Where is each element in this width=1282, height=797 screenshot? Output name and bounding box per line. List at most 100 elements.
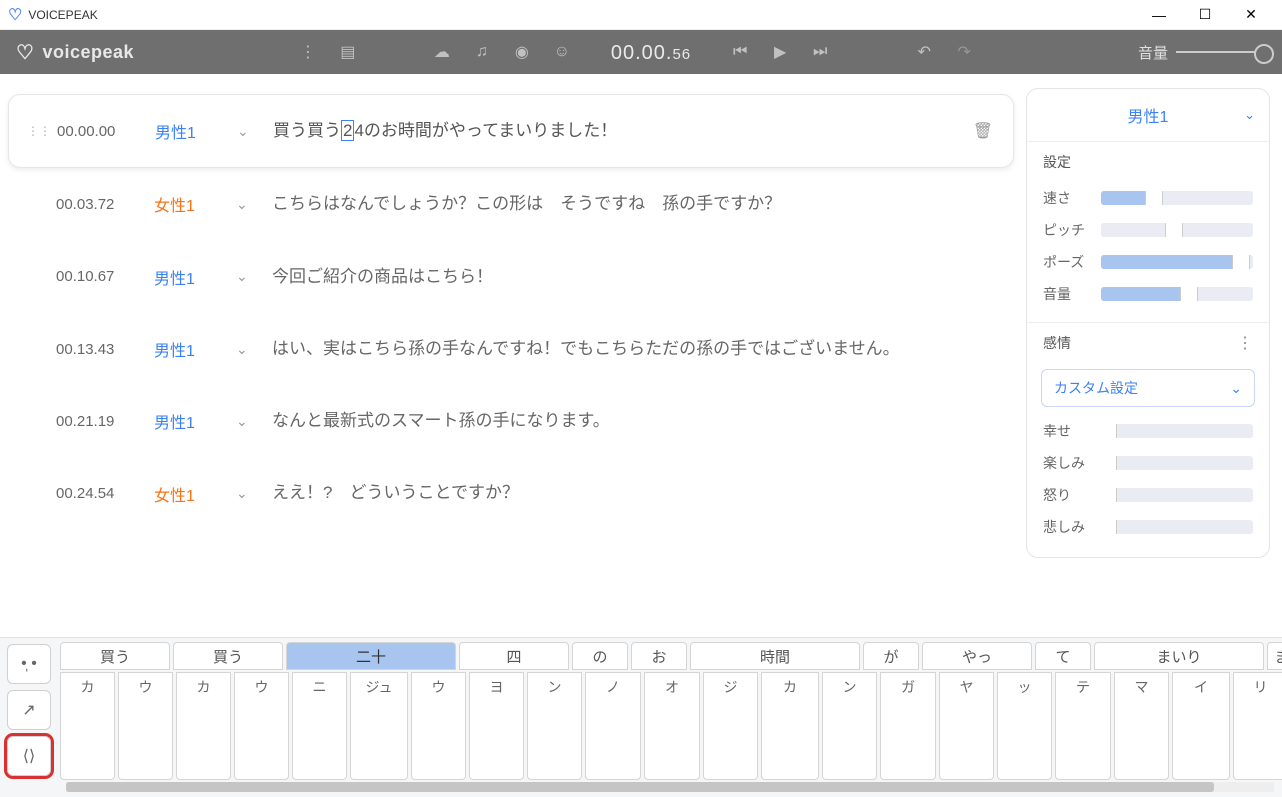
emotion-slider[interactable] [1101,456,1253,470]
word-cell[interactable]: 時間 [690,642,860,670]
book-icon[interactable]: ▤ [335,39,361,65]
word-cell[interactable]: 買う [173,642,283,670]
param-slider[interactable] [1101,287,1253,301]
word-cell[interactable]: やっ [922,642,1032,670]
time-display: 00.00.56 [611,40,691,65]
skip-back-icon[interactable]: ⏮ [727,39,753,65]
kana-cell[interactable]: ッ [997,672,1052,780]
kana-cell[interactable]: ニ [292,672,347,780]
line-text-input[interactable]: 買う買う24のお時間がやってまいりました！ [273,115,955,147]
curve-tool-button[interactable]: ↗ [7,690,51,730]
emotion-label: 楽しみ [1043,453,1093,473]
kana-cell[interactable]: マ [1114,672,1169,780]
drag-handle-icon[interactable]: ⋮⋮ [27,124,39,138]
window-title: VOICEPEAK [28,8,1136,22]
titlebar: ♡ VOICEPEAK — ☐ ✕ [0,0,1282,30]
kana-cell[interactable]: カ [176,672,231,780]
kana-cell[interactable]: リ [1233,672,1282,780]
kana-cell[interactable]: オ [644,672,700,780]
line-text-input[interactable]: なんと最新式のスマート孫の手になります。 [272,405,994,437]
script-line[interactable]: 00.21.19男性1⌄なんと最新式のスマート孫の手になります。 [8,385,1014,457]
main-toolbar: ♡ voicepeak ⋮ ▤ ☁ ♫ ◉ ☺ 00.00.56 ⏮ ▶ ⏭ ↶… [0,30,1282,74]
voice-selector[interactable]: 男性1 ⌄ [1027,89,1269,142]
cloud-icon[interactable]: ☁ [429,39,455,65]
kana-cell[interactable]: ヨ [469,672,524,780]
word-cell[interactable]: ま [1267,642,1282,670]
kana-cell[interactable]: ヤ [939,672,994,780]
line-voice-selector[interactable]: 男性1 [154,409,218,433]
window-maximize-button[interactable]: ☐ [1182,0,1228,30]
line-voice-selector[interactable]: 女性1 [154,482,218,506]
param-slider[interactable] [1101,223,1253,237]
script-line[interactable]: 00.24.54女性1⌄ええ！? どういうことですか？ [8,457,1014,529]
word-cell[interactable]: て [1035,642,1091,670]
kana-cell[interactable]: ノ [585,672,641,780]
skip-next-icon[interactable]: ⏭ [807,39,833,65]
kana-cell[interactable]: カ [60,672,115,780]
accent-tool-button[interactable]: •̩ • [7,644,51,684]
line-voice-selector[interactable]: 男性1 [154,265,218,289]
emotion-slider[interactable] [1101,488,1253,502]
kana-cell[interactable]: ガ [880,672,936,780]
word-cell[interactable]: まいり [1094,642,1264,670]
script-line[interactable]: 00.10.67男性1⌄今回ご紹介の商品はこちら！ [8,241,1014,313]
line-text-input[interactable]: ええ！? どういうことですか？ [272,477,994,509]
chevron-down-icon[interactable]: ⌄ [236,413,254,430]
chevron-down-icon[interactable]: ⌄ [236,485,254,502]
param-slider[interactable] [1101,191,1253,205]
line-text-input[interactable]: こちらはなんでしょうか？この形は そうですね 孫の手ですか？ [272,188,994,220]
kana-cell[interactable]: ウ [118,672,173,780]
phoneme-scrollbar[interactable] [66,782,1274,792]
script-line[interactable]: 00.03.72女性1⌄こちらはなんでしょうか？この形は そうですね 孫の手です… [8,168,1014,240]
kana-cell[interactable]: カ [761,672,819,780]
kana-cell[interactable]: ジュ [350,672,408,780]
word-cell[interactable]: 二十 [286,642,456,670]
redo-icon[interactable]: ↷ [951,39,977,65]
window-minimize-button[interactable]: — [1136,0,1182,30]
word-cell[interactable]: 買う [60,642,170,670]
script-line[interactable]: 00.13.43男性1⌄はい、実はこちら孫の手なんですね！でもこちらただの孫の手… [8,313,1014,385]
preset-icon[interactable]: ◉ [509,39,535,65]
kana-cell[interactable]: ジ [703,672,758,780]
chevron-down-icon[interactable]: ⌄ [236,196,254,213]
kana-cell[interactable]: ウ [411,672,466,780]
kana-cell[interactable]: ン [527,672,582,780]
emotion-preset-select[interactable]: カスタム設定 ⌄ [1041,369,1255,407]
kana-cell[interactable]: ウ [234,672,289,780]
emotion-label: 怒り [1043,485,1093,505]
emoji-icon[interactable]: ☺ [549,39,575,65]
word-cell[interactable]: お [631,642,687,670]
slider-label: ピッチ [1043,220,1093,240]
kana-cell[interactable]: テ [1055,672,1111,780]
master-volume-slider[interactable] [1176,51,1266,53]
word-cell[interactable]: が [863,642,919,670]
menu-icon[interactable]: ⋮ [295,39,321,65]
kana-cell[interactable]: ン [822,672,877,780]
chevron-down-icon[interactable]: ⌄ [236,341,254,358]
line-voice-selector[interactable]: 男性1 [155,119,219,143]
param-slider[interactable] [1101,255,1253,269]
slider-label: ポーズ [1043,252,1093,272]
line-text-input[interactable]: はい、実はこちら孫の手なんですね！でもこちらただの孫の手ではございません。 [272,333,994,365]
line-voice-selector[interactable]: 女性1 [154,192,218,216]
emotion-menu-icon[interactable]: ⋮ [1237,333,1253,353]
delete-line-icon[interactable]: 🗑 [973,121,993,141]
line-voice-selector[interactable]: 男性1 [154,337,218,361]
play-icon[interactable]: ▶ [767,39,793,65]
music-icon[interactable]: ♫ [469,39,495,65]
kana-cell[interactable]: イ [1172,672,1230,780]
app-logo: ♡ voicepeak [16,40,134,65]
chevron-down-icon[interactable]: ⌄ [237,123,255,140]
settings-header: 設定 [1027,142,1269,178]
chevron-down-icon[interactable]: ⌄ [236,268,254,285]
emotion-slider[interactable] [1101,520,1253,534]
word-cell[interactable]: 四 [459,642,569,670]
script-line[interactable]: ⋮⋮00.00.00男性1⌄買う買う24のお時間がやってまいりました！🗑 [8,94,1014,168]
line-text-input[interactable]: 今回ご紹介の商品はこちら！ [272,261,994,293]
split-tool-button[interactable]: ⟨⟩ [7,736,51,776]
window-close-button[interactable]: ✕ [1228,0,1274,30]
word-cell[interactable]: の [572,642,628,670]
script-list: ⋮⋮00.00.00男性1⌄買う買う24のお時間がやってまいりました！🗑00.0… [0,74,1026,637]
undo-icon[interactable]: ↶ [911,39,937,65]
emotion-slider[interactable] [1101,424,1253,438]
